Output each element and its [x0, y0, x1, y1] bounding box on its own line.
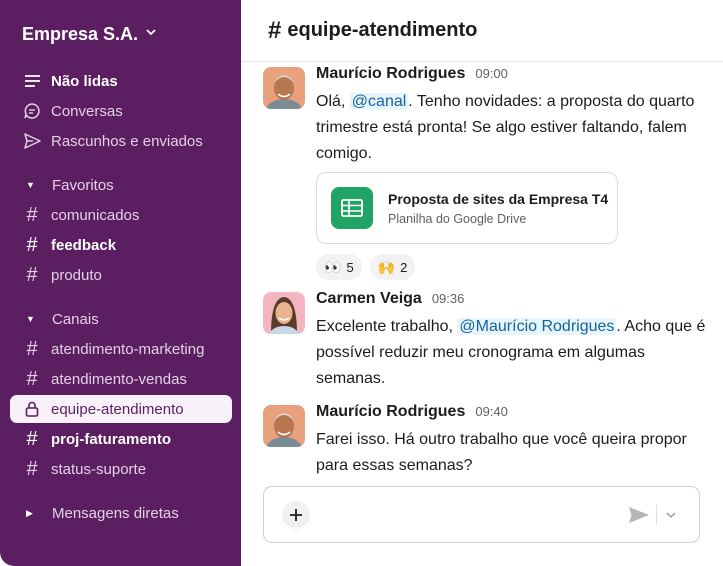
send-icon — [629, 507, 649, 523]
lock-icon — [22, 399, 42, 419]
sidebar-item-label: proj-faturamento — [51, 430, 171, 448]
caret-right-icon: ▶ — [26, 507, 33, 518]
sidebar-item-label: produto — [51, 266, 102, 284]
sidebar-item-equipe-atendimento[interactable]: equipe-atendimento — [10, 395, 232, 423]
unread-lines-icon — [22, 71, 42, 91]
sidebar-item-drafts[interactable]: Rascunhos e enviados — [10, 127, 232, 155]
channel-title[interactable]: equipe-atendimento — [287, 19, 477, 42]
avatar[interactable] — [263, 292, 305, 334]
message-time[interactable]: 09:36 — [432, 291, 465, 306]
sidebar-item-label: atendimento-vendas — [51, 370, 187, 388]
workspace-name: Empresa S.A. — [22, 23, 139, 44]
message-author[interactable]: Carmen Veiga — [316, 290, 422, 308]
message-time[interactable]: 09:40 — [475, 404, 508, 419]
attachment-subtitle: Planilha do Google Drive — [388, 211, 527, 226]
message-text: Olá, @canal. Tenho novidades: a proposta… — [316, 89, 706, 167]
message-input[interactable] — [320, 501, 610, 529]
hash-icon: # — [26, 234, 38, 256]
message-body: Maurício Rodrigues 09:40 Farei isso. Há … — [316, 403, 706, 479]
reaction-eyes[interactable]: 👀 5 — [316, 254, 362, 280]
hash-icon: # — [26, 368, 38, 390]
message-author[interactable]: Maurício Rodrigues — [316, 403, 465, 421]
send-icon — [22, 131, 42, 151]
raised-hands-emoji-icon: 🙌 — [377, 258, 396, 275]
sidebar-item-label: Rascunhos e enviados — [51, 132, 203, 150]
reactions: 👀 5 🙌 2 — [316, 254, 423, 280]
message-text-part: Olá, — [316, 93, 350, 110]
avatar[interactable] — [263, 67, 305, 109]
message: Carmen Veiga 09:36 Excelente trabalho, @… — [263, 290, 713, 390]
workspace-switcher[interactable]: Empresa S.A. — [22, 21, 156, 47]
chevron-down-icon — [666, 511, 676, 518]
sidebar-item-unread[interactable]: Não lidas — [10, 67, 232, 95]
sidebar-item-label: equipe-atendimento — [51, 400, 184, 418]
section-title: Canais — [52, 310, 99, 328]
add-attachment-button[interactable] — [282, 501, 310, 529]
sidebar-item-atendimento-marketing[interactable]: # atendimento-marketing — [10, 335, 232, 363]
sidebar-item-label: Não lidas — [51, 72, 118, 90]
message: Maurício Rodrigues 09:00 Olá, @canal. Te… — [263, 65, 713, 280]
section-title: Mensagens diretas — [52, 504, 179, 522]
message-text: Farei isso. Há outro trabalho que você q… — [316, 431, 687, 474]
sidebar-item-proj-faturamento[interactable]: # proj-faturamento — [10, 425, 232, 453]
sidebar-item-label: atendimento-marketing — [51, 340, 205, 358]
reaction-raised-hands[interactable]: 🙌 2 — [369, 254, 416, 280]
section-direct-messages[interactable]: ▶ Mensagens diretas — [10, 501, 179, 525]
message-body: Maurício Rodrigues 09:00 Olá, @canal. Te… — [316, 65, 706, 167]
file-attachment[interactable]: Proposta de sites da Empresa T4 Planilha… — [316, 172, 618, 244]
hash-icon: # — [26, 458, 38, 480]
reaction-count: 5 — [346, 259, 354, 275]
caret-down-icon: ▼ — [26, 314, 35, 324]
sidebar-item-atendimento-vendas[interactable]: # atendimento-vendas — [10, 365, 232, 393]
plus-icon — [290, 509, 302, 521]
section-title: Favoritos — [52, 176, 114, 194]
message-text-part: Excelente trabalho, — [316, 318, 458, 335]
sidebar: Empresa S.A. Não lidas Conversas Rascunh… — [0, 0, 241, 566]
message-time[interactable]: 09:00 — [475, 66, 508, 81]
eyes-emoji-icon: 👀 — [324, 258, 342, 275]
section-channels[interactable]: ▼ Canais — [10, 307, 99, 331]
message-text: Excelente trabalho, @Maurício Rodrigues.… — [316, 314, 706, 392]
hash-icon: # — [26, 204, 38, 226]
sidebar-item-status-suporte[interactable]: # status-suporte — [10, 455, 232, 483]
sidebar-item-threads[interactable]: Conversas — [10, 97, 232, 125]
sidebar-item-label: feedback — [51, 236, 117, 254]
threads-icon — [22, 101, 42, 121]
message-composer — [263, 486, 700, 543]
sidebar-item-produto[interactable]: # produto — [10, 261, 232, 289]
message-body: Carmen Veiga 09:36 Excelente trabalho, @… — [316, 290, 706, 392]
hash-icon: # — [26, 428, 38, 450]
chevron-down-icon — [146, 27, 156, 39]
user-mention[interactable]: @Maurício Rodrigues — [457, 318, 617, 335]
send-button[interactable] — [626, 503, 652, 527]
hash-icon: # — [26, 264, 38, 286]
section-favorites[interactable]: ▼ Favoritos — [10, 173, 114, 197]
sidebar-item-label: comunicados — [51, 206, 140, 224]
avatar[interactable] — [263, 405, 305, 447]
hash-icon: # — [268, 16, 282, 44]
message: Maurício Rodrigues 09:40 Farei isso. Há … — [263, 403, 713, 481]
hash-icon: # — [26, 338, 38, 360]
attachment-title: Proposta de sites da Empresa T4 — [388, 190, 609, 207]
channel-header: # equipe-atendimento — [241, 0, 723, 62]
sidebar-item-label: Conversas — [51, 102, 123, 120]
caret-down-icon: ▼ — [26, 180, 35, 190]
send-options-button[interactable] — [662, 505, 680, 525]
channel-mention[interactable]: @canal — [349, 93, 409, 110]
message-author[interactable]: Maurício Rodrigues — [316, 65, 465, 83]
sidebar-item-label: status-suporte — [51, 460, 147, 478]
sidebar-item-feedback[interactable]: # feedback — [10, 231, 232, 259]
reaction-count: 2 — [400, 259, 408, 275]
sidebar-item-comunicados[interactable]: # comunicados — [10, 201, 232, 229]
channel-view: # equipe-atendimento Maurício Rodrigues … — [241, 0, 723, 566]
spreadsheet-icon — [331, 187, 373, 229]
divider — [656, 505, 657, 525]
